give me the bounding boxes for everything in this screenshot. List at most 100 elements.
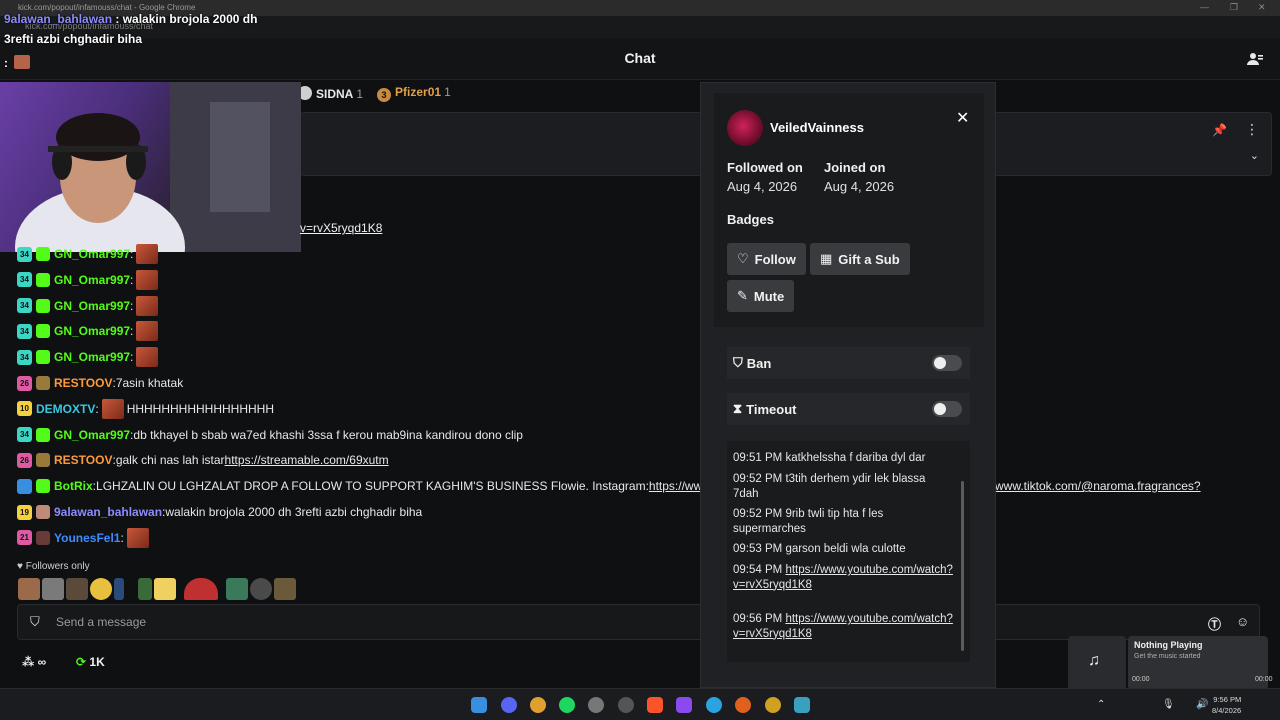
leaderboard-name: Pfizer01 <box>395 84 442 99</box>
chat-username[interactable]: GN_Omar997 <box>54 273 130 287</box>
subscriber-badge[interactable]: 21 <box>17 530 32 546</box>
emote[interactable] <box>90 578 112 600</box>
gift-badge-icon[interactable] <box>36 505 50 519</box>
close-icon[interactable]: ✕ <box>956 108 969 128</box>
message-link[interactable]: www.tiktok.com/@naroma.fragrances? <box>995 479 1201 493</box>
subscriber-badge[interactable]: 34 <box>17 323 32 339</box>
message-input[interactable]: Send a message <box>56 615 146 629</box>
music-tile[interactable]: ♫ <box>1068 636 1126 690</box>
gift-badge-icon[interactable] <box>36 479 50 494</box>
app-icon[interactable] <box>676 697 692 713</box>
message-link[interactable]: https://streamable.com/69xutm <box>225 453 389 467</box>
gift-badge-icon[interactable] <box>36 298 50 313</box>
restore-icon[interactable]: ❐ <box>1230 2 1238 13</box>
emote[interactable] <box>184 578 218 600</box>
chat-username[interactable]: RESTOOV <box>54 376 112 390</box>
chat-username[interactable]: GN_Omar997 <box>54 247 130 261</box>
brave-icon[interactable] <box>647 697 663 713</box>
more-options-icon[interactable]: ⋮ <box>1245 121 1259 138</box>
chat-header: Chat <box>0 38 1280 80</box>
emote[interactable] <box>66 578 88 600</box>
message-link[interactable]: v=rvX5ryqd1K8 <box>300 221 382 235</box>
chat-username[interactable]: GN_Omar997 <box>54 428 130 442</box>
viewer-mode[interactable]: ⁂ ∞ <box>22 655 46 669</box>
clock[interactable]: 9:56 PM 8/4/2026 <box>1212 694 1241 716</box>
discord-icon[interactable] <box>501 697 517 713</box>
gift-badge-icon[interactable] <box>36 350 50 365</box>
gift-badge-icon[interactable] <box>36 530 50 545</box>
subscriber-badge[interactable] <box>17 478 32 494</box>
mic-icon[interactable]: 🎙 <box>1162 699 1175 710</box>
follow-button[interactable]: ♡ Follow <box>727 243 806 275</box>
emote[interactable] <box>226 578 248 600</box>
chat-username[interactable]: BotRix <box>54 479 93 493</box>
subscriber-badge[interactable]: 34 <box>17 349 32 365</box>
shield-icon: ⛉ <box>30 614 40 629</box>
subscriber-badge[interactable]: 10 <box>17 401 32 417</box>
chat-username[interactable]: RESTOOV <box>54 453 112 467</box>
users-icon[interactable] <box>1246 50 1264 68</box>
subscriber-badge[interactable]: 26 <box>17 452 32 468</box>
subscriber-badge[interactable]: 34 <box>17 246 32 262</box>
chat-message: 10 DEMOXTV: HHHHHHHHHHHHHHHHH <box>17 398 274 420</box>
app-icon[interactable] <box>794 697 810 713</box>
overlay-message: 9alawan_bahlawan : walakin brojola 2000 … <box>4 12 257 26</box>
chat-username[interactable]: GN_Omar997 <box>54 350 130 364</box>
chat-username[interactable]: GN_Omar997 <box>54 324 130 338</box>
message-link[interactable]: https://ww <box>649 479 702 493</box>
gift-badge-icon[interactable] <box>36 247 50 261</box>
badges-label: Badges <box>727 212 774 227</box>
points-icon: ⟳ <box>76 655 87 669</box>
user-card-username[interactable]: VeiledVainness <box>770 120 864 135</box>
now-playing-title: Nothing Playing <box>1134 640 1203 650</box>
chat-username[interactable]: 9alawan_bahlawan <box>54 505 162 519</box>
telegram-icon[interactable] <box>706 697 722 713</box>
subscriber-badge[interactable]: 26 <box>17 375 32 391</box>
emote[interactable] <box>274 578 296 600</box>
emote[interactable] <box>18 578 40 600</box>
history-scrollbar[interactable] <box>961 481 964 651</box>
tray-chevron-icon[interactable]: ⌃ <box>1097 699 1105 710</box>
ban-toggle[interactable] <box>932 355 962 371</box>
chrome-icon[interactable] <box>530 697 546 713</box>
emote[interactable] <box>42 578 64 600</box>
close-window-icon[interactable]: ✕ <box>1258 2 1266 13</box>
minimize-icon[interactable]: — <box>1200 2 1209 12</box>
emote <box>136 321 159 342</box>
emote-bar <box>18 578 296 600</box>
chat-username[interactable]: GN_Omar997 <box>54 299 130 313</box>
emote[interactable] <box>138 578 152 600</box>
translate-icon[interactable]: Ⓣ <box>1208 614 1221 633</box>
gift-badge-icon[interactable] <box>36 272 50 287</box>
timeout-toggle[interactable] <box>932 401 962 417</box>
volume-icon[interactable]: 🔊 <box>1196 699 1208 710</box>
emote[interactable] <box>250 578 272 600</box>
gift-badge-icon[interactable] <box>36 453 50 468</box>
gift-badge-icon[interactable] <box>36 376 50 390</box>
gift-sub-button[interactable]: ▦ Gift a Sub <box>810 243 910 275</box>
subscriber-badge[interactable]: 34 <box>17 427 32 443</box>
obs-icon[interactable] <box>588 697 604 713</box>
gift-badge-icon[interactable] <box>36 324 50 339</box>
pin-icon[interactable]: 📌 <box>1212 123 1227 137</box>
emote[interactable] <box>154 578 176 600</box>
leaderboard-entry[interactable]: SIDNA 1 <box>298 85 363 101</box>
subscriber-badge[interactable]: 19 <box>17 504 32 520</box>
message-composer[interactable]: ⛉ Send a message Ⓣ ☺ <box>17 604 1260 640</box>
subscriber-badge[interactable]: 34 <box>17 298 32 314</box>
points-counter[interactable]: ⟳ 1K <box>76 655 105 669</box>
chat-username[interactable]: DEMOXTV <box>36 402 95 416</box>
chrome-icon[interactable] <box>765 697 781 713</box>
leaderboard-entry[interactable]: 3 Pfizer01 1 <box>377 85 451 102</box>
emote[interactable] <box>114 578 124 600</box>
chat-username[interactable]: YounesFel1 <box>54 531 120 545</box>
chevron-down-icon[interactable]: ⌄ <box>1250 149 1259 162</box>
subscriber-badge[interactable]: 34 <box>17 272 32 288</box>
mute-button[interactable]: ✎ Mute <box>727 280 795 312</box>
start-icon[interactable] <box>471 697 487 713</box>
app-icon[interactable] <box>618 697 634 713</box>
firefox-icon[interactable] <box>735 697 751 713</box>
emoji-icon[interactable]: ☺ <box>1236 614 1249 629</box>
spotify-icon[interactable] <box>559 697 575 713</box>
gift-badge-icon[interactable] <box>36 427 50 442</box>
